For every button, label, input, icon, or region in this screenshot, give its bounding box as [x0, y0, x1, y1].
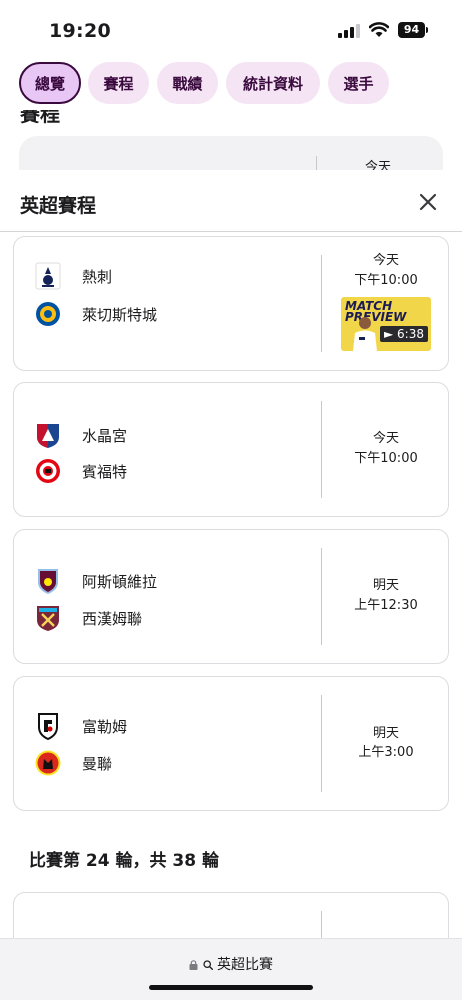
- away-team: 賓福特: [34, 457, 127, 485]
- tab-overview[interactable]: 總覽: [19, 62, 81, 104]
- match-card[interactable]: 阿斯頓維拉 西漢姆聯 明天 上午12:30: [13, 529, 449, 664]
- match-preview-video[interactable]: MATCH PREVIEW ► 6:38: [341, 297, 431, 351]
- kickoff-time: 下午10:00: [354, 451, 418, 466]
- kickoff-time: 上午12:30: [354, 598, 418, 613]
- aston-villa-crest-icon: [34, 567, 62, 595]
- team-name: 賓福特: [82, 462, 128, 481]
- battery-level: 94: [398, 22, 425, 38]
- video-duration: ► 6:38: [380, 326, 428, 342]
- fulham-crest-icon: [34, 712, 62, 740]
- match-card[interactable]: 熱刺 萊切斯特城 今天 下午10:00 MATCH PREVIEW ► 6:38: [13, 236, 449, 371]
- fixtures-sheet: 英超賽程 熱刺 萊切斯特城 今天 下午10:00 MATCH PREVIEW ►…: [0, 170, 462, 1000]
- team-name: 曼聯: [82, 754, 113, 773]
- brentford-crest-icon: [34, 457, 62, 485]
- kickoff-time: 下午10:00: [354, 273, 418, 288]
- tab-players[interactable]: 選手: [328, 62, 389, 104]
- round-heading: 比賽第 24 輪，共 38 輪: [29, 851, 219, 871]
- lock-icon: [189, 960, 198, 970]
- away-team: 西漢姆聯: [34, 604, 142, 632]
- team-name: 熱刺: [82, 267, 113, 286]
- kickoff-day: 今天: [372, 253, 399, 268]
- tab-bar: 總覽 賽程 戰績 統計資料 選手: [0, 60, 462, 110]
- home-team: 阿斯頓維拉: [34, 567, 157, 595]
- spurs-crest-icon: [34, 262, 62, 290]
- player-thumbnail-icon: [353, 317, 377, 351]
- clock: 19:20: [49, 20, 111, 42]
- battery-icon: 94: [398, 22, 429, 38]
- away-team: 曼聯: [34, 749, 112, 777]
- address-bar[interactable]: 英超比賽: [0, 954, 462, 974]
- background-heading: 賽程: [20, 110, 60, 126]
- kickoff-day: 明天: [372, 578, 399, 593]
- tab-standings[interactable]: 戰績: [157, 62, 218, 104]
- tab-stats[interactable]: 統計資料: [226, 62, 320, 104]
- home-indicator[interactable]: [149, 985, 313, 990]
- kickoff-time: 上午3:00: [358, 745, 414, 760]
- home-team: 富勒姆: [34, 712, 127, 740]
- sheet-header: 英超賽程: [0, 170, 462, 232]
- url-text: 英超比賽: [216, 957, 273, 973]
- tab-fixtures[interactable]: 賽程: [88, 62, 149, 104]
- status-bar: 19:20 94: [0, 0, 462, 58]
- team-name: 水晶宮: [82, 426, 128, 445]
- home-team: 水晶宮: [34, 421, 127, 449]
- leicester-crest-icon: [34, 300, 62, 328]
- team-name: 西漢姆聯: [82, 609, 143, 628]
- team-name: 萊切斯特城: [82, 305, 158, 324]
- background-content: 賽程 今天: [0, 110, 462, 170]
- match-card[interactable]: 富勒姆 曼聯 明天 上午3:00: [13, 676, 449, 811]
- man-utd-crest-icon: [34, 749, 62, 777]
- team-name: 阿斯頓維拉: [82, 572, 158, 591]
- close-icon[interactable]: [418, 192, 438, 212]
- wifi-icon: [369, 22, 389, 37]
- west-ham-crest-icon: [34, 604, 62, 632]
- kickoff-day: 明天: [372, 726, 399, 741]
- browser-bottom-bar: 英超比賽: [0, 938, 462, 1000]
- team-name: 富勒姆: [82, 717, 128, 736]
- match-card[interactable]: 水晶宮 賓福特 今天 下午10:00: [13, 382, 449, 517]
- search-icon: [202, 960, 213, 970]
- background-card: 今天: [19, 136, 443, 170]
- cellular-signal-icon: [338, 24, 360, 38]
- background-card-day: 今天: [365, 160, 392, 170]
- crystal-palace-crest-icon: [34, 421, 62, 449]
- kickoff-day: 今天: [372, 431, 399, 446]
- away-team: 萊切斯特城: [34, 300, 157, 328]
- sheet-title: 英超賽程: [20, 195, 97, 217]
- home-team: 熱刺: [34, 262, 112, 290]
